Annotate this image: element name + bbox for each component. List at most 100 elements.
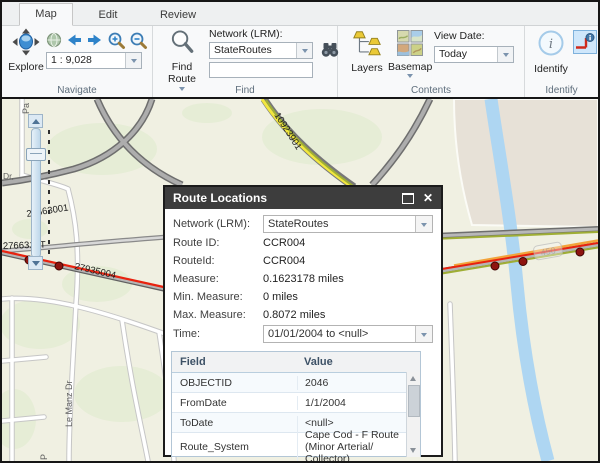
cell-field: Route_System [172, 441, 297, 453]
street-label: P [39, 454, 49, 460]
basemap-button[interactable]: Basemap [388, 30, 432, 81]
group-label-find: Find [153, 85, 337, 96]
scroll-down-icon[interactable] [410, 448, 416, 453]
binoculars-icon[interactable] [320, 41, 340, 59]
land-tan-area [454, 99, 598, 227]
table-row[interactable]: Route_System Cape Cod - F Route (Minor A… [172, 433, 420, 461]
dialog-field-row: RouteId: CCR004 [173, 252, 433, 270]
group-identify: i Identify Identify [525, 26, 598, 97]
map-scale-value: 1 : 9,028 [47, 53, 125, 68]
find-route-magnifier-icon [169, 29, 195, 56]
dialog-network-dropdown-button[interactable] [415, 216, 432, 232]
cell-field: FromDate [172, 397, 297, 409]
group-label-identify: Identify [525, 85, 598, 96]
find-route-label-1: Find [161, 61, 203, 73]
group-contents: Layers Basemap View Date: [338, 26, 525, 97]
dialog-title: Route Locations [165, 191, 402, 205]
zoom-slider-minus-button[interactable] [28, 256, 43, 270]
chevron-down-icon [421, 333, 427, 340]
group-navigate: Explore [2, 26, 153, 97]
table-header-field: Field [172, 356, 297, 368]
find-route-label-2: Route [161, 73, 203, 85]
network-dropdown-button[interactable] [296, 43, 312, 58]
view-date-dropdown-button[interactable] [497, 47, 513, 62]
ribbon: Explore [2, 26, 598, 97]
field-label: Max. Measure: [173, 309, 263, 321]
zoom-slider-thumb[interactable] [26, 148, 46, 161]
field-label: Time: [173, 328, 263, 340]
identify-icon: i [536, 28, 566, 58]
scrollbar-thumb[interactable] [408, 385, 420, 417]
zoom-in-icon[interactable] [107, 31, 126, 50]
cell-value: 1/1/2004 [297, 396, 420, 410]
field-value: 0 miles [263, 291, 298, 303]
street-label: Dr, [3, 171, 14, 181]
back-arrow-icon[interactable] [65, 31, 83, 49]
close-icon[interactable]: ✕ [423, 193, 433, 203]
identify-glyph: i [549, 37, 553, 52]
identify-label: Identify [531, 63, 571, 75]
route-locations-dialog: Route Locations ✕ Network (LRM): StateRo… [163, 185, 443, 457]
dialog-field-row: Measure: 0.1623178 miles [173, 270, 433, 288]
map-scale-combo[interactable]: 1 : 9,028 [46, 52, 142, 69]
group-find: Find Route Network (LRM): StateRoutes [153, 26, 338, 97]
field-label: Route ID: [173, 237, 263, 249]
zoom-out-icon[interactable] [129, 31, 148, 50]
basemap-label: Basemap [388, 61, 432, 73]
attributes-table: Field Value OBJECTID 2046 FromDate 1/1/2… [171, 351, 421, 457]
table-scrollbar[interactable] [406, 372, 420, 457]
cell-value: Cape Cod - F Route (Minor Arterial/ Coll… [297, 428, 420, 461]
basemap-icon [397, 30, 423, 56]
cell-field: OBJECTID [172, 377, 297, 389]
layers-label: Layers [348, 62, 386, 74]
tab-edit[interactable]: Edit [73, 5, 143, 25]
street-label: Le Manz Dr [64, 380, 74, 427]
view-date-label: View Date: [434, 30, 514, 43]
chevron-down-icon [131, 59, 137, 66]
network-lrm-combo[interactable]: StateRoutes [209, 42, 313, 59]
layers-icon [351, 30, 383, 57]
tab-review[interactable]: Review [143, 5, 213, 25]
chevron-down-icon [407, 74, 413, 81]
dialog-network-combo[interactable]: StateRoutes [263, 215, 433, 233]
dialog-field-row: Max. Measure: 0.8072 miles [173, 306, 433, 324]
dialog-field-row: Route ID: CCR004 [173, 234, 433, 252]
table-header: Field Value [172, 352, 420, 373]
dialog-field-row: Network (LRM): StateRoutes [173, 214, 433, 234]
identify-route-locations-tool[interactable] [573, 30, 597, 54]
dialog-time-combo[interactable]: 01/01/2004 to <null> [263, 325, 433, 343]
scale-dropdown-button[interactable] [125, 53, 141, 68]
app-window: Map Edit Review Explore [0, 0, 600, 463]
maximize-icon[interactable] [402, 193, 414, 204]
dialog-title-bar[interactable]: Route Locations ✕ [165, 187, 441, 209]
table-header-value: Value [297, 356, 420, 368]
forward-arrow-icon[interactable] [86, 31, 104, 49]
field-value: 0.8072 miles [263, 309, 325, 321]
tab-map[interactable]: Map [19, 3, 73, 26]
layers-button[interactable]: Layers [348, 30, 386, 74]
explore-label: Explore [7, 61, 45, 73]
globe-icon[interactable] [46, 32, 62, 48]
dialog-time-dropdown-button[interactable] [415, 326, 432, 342]
table-row[interactable]: OBJECTID 2046 [172, 373, 420, 393]
dialog-network-value: StateRoutes [264, 216, 415, 232]
zoom-slider-plus-button[interactable] [28, 114, 43, 128]
table-row[interactable]: FromDate 1/1/2004 [172, 393, 420, 413]
map-viewport: 450 27663001 2766310T 27935004 10923901 … [2, 97, 598, 461]
network-lrm-label: Network (LRM): [209, 28, 340, 41]
chevron-down-icon [421, 223, 427, 230]
zoom-slider-ticks [48, 130, 50, 254]
scroll-up-icon[interactable] [410, 376, 416, 381]
dialog-time-value: 01/01/2004 to <null> [264, 326, 415, 342]
identify-button[interactable]: i Identify [531, 28, 571, 75]
street-label: Pa [21, 103, 31, 114]
chevron-down-icon [302, 49, 308, 56]
explore-button[interactable]: Explore [7, 28, 45, 73]
dialog-field-row: Time: 01/01/2004 to <null> [173, 324, 433, 344]
view-date-combo[interactable]: Today [434, 46, 514, 63]
chevron-down-icon [503, 53, 509, 60]
find-route-input[interactable] [209, 62, 313, 78]
triangle-up-icon [32, 115, 40, 124]
field-value: CCR004 [263, 237, 305, 249]
ribbon-tab-bar: Map Edit Review [2, 2, 598, 26]
